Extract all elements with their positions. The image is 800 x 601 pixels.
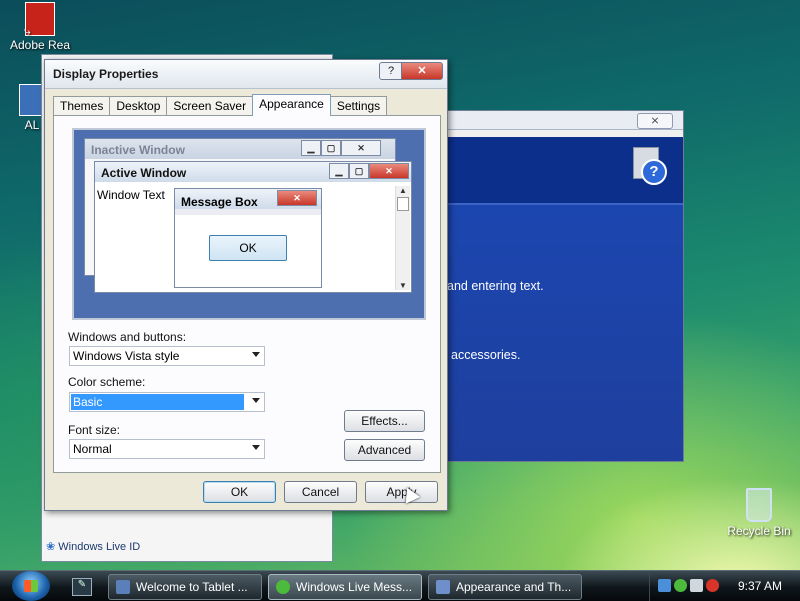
windows-buttons-label: Windows and buttons: [68, 330, 187, 344]
recycle-bin-icon [746, 488, 772, 522]
tablet-icon [116, 580, 130, 594]
security-alert-icon[interactable] [706, 579, 719, 592]
tab-themes[interactable]: Themes [53, 96, 111, 115]
taskbar-item-appearance[interactable]: Appearance and Th... [428, 574, 582, 600]
chevron-down-icon [252, 352, 260, 357]
quick-launch-icon[interactable]: ✎ [72, 578, 92, 596]
windows-live-id-link[interactable]: ❀ Windows Live ID [46, 540, 140, 553]
font-size-select[interactable]: Normal [69, 439, 265, 459]
windows-live-icon: ❀ [46, 541, 56, 553]
chevron-down-icon [252, 398, 260, 403]
desktop-icon-recycle-bin[interactable]: Recycle Bin [724, 488, 794, 538]
preview-message-box: Message Box ✕ OK [174, 188, 322, 288]
minimize-icon: ▁ [301, 140, 321, 156]
advanced-button[interactable]: Advanced [344, 439, 425, 461]
appearance-preview: Inactive Window ▁ ▢ ✕ Active Window ▁ ▢ … [72, 128, 426, 320]
ok-button[interactable]: OK [203, 481, 276, 503]
dialog-titlebar[interactable]: Display Properties ? ✕ [45, 60, 447, 89]
volume-icon[interactable] [690, 579, 703, 592]
preview-scrollbar: ▲ ▼ [395, 186, 410, 290]
adobe-reader-icon [24, 2, 55, 39]
close-button[interactable]: ✕ [401, 62, 443, 80]
minimize-icon: ▁ [329, 163, 349, 179]
messenger-tray-icon[interactable] [674, 579, 687, 592]
tab-strip: Themes Desktop Screen Saver Appearance S… [53, 94, 388, 116]
tab-appearance[interactable]: Appearance [252, 94, 331, 116]
close-icon: ✕ [369, 163, 409, 179]
maximize-icon: ▢ [349, 163, 369, 179]
maximize-icon: ▢ [321, 140, 341, 156]
effects-button[interactable]: Effects... [344, 410, 425, 432]
desktop-icon-label: Adobe Rea [9, 38, 71, 52]
close-button[interactable]: ⨯ [637, 113, 673, 129]
preview-inactive-titlebar: Inactive Window ▁ ▢ ✕ [85, 139, 395, 159]
chevron-down-icon [252, 445, 260, 450]
help-button[interactable]: ? [379, 62, 403, 80]
clock[interactable]: 9:37 AM [738, 579, 782, 593]
help-icon: ? [633, 147, 667, 185]
taskbar-item-welcome[interactable]: Welcome to Tablet ... [108, 574, 262, 600]
close-icon: ✕ [277, 190, 317, 206]
display-properties-dialog[interactable]: Display Properties ? ✕ Themes Desktop Sc… [44, 59, 448, 511]
preview-window-text: Window Text [97, 188, 165, 202]
tab-desktop[interactable]: Desktop [109, 96, 168, 115]
close-icon: ✕ [341, 140, 381, 156]
preview-msgbox-titlebar: Message Box ✕ [175, 189, 321, 209]
tab-settings[interactable]: Settings [329, 96, 388, 115]
appearance-panel: Inactive Window ▁ ▢ ✕ Active Window ▁ ▢ … [53, 115, 441, 473]
preview-active-titlebar: Active Window ▁ ▢ ✕ [95, 162, 411, 182]
control-panel-icon [436, 580, 450, 594]
dialog-title: Display Properties [53, 67, 159, 81]
messenger-icon [276, 580, 290, 594]
color-scheme-select[interactable]: Basic [69, 392, 265, 412]
desktop-icon-adobe-reader[interactable]: Adobe Rea [5, 2, 75, 52]
system-tray: 9:37 AM [649, 571, 800, 601]
color-scheme-label: Color scheme: [68, 375, 146, 389]
preview-ok-button: OK [209, 235, 287, 261]
desktop-icon-label: Recycle Bin [727, 524, 791, 538]
task-text-1[interactable]: and entering text. [447, 279, 544, 293]
windows-buttons-select[interactable]: Windows Vista style [69, 346, 265, 366]
taskbar-item-messenger[interactable]: Windows Live Mess... [268, 574, 422, 600]
start-button[interactable] [12, 571, 50, 601]
network-icon[interactable] [658, 579, 671, 592]
font-size-label: Font size: [68, 423, 121, 437]
tab-screen-saver[interactable]: Screen Saver [166, 96, 254, 115]
cancel-button[interactable]: Cancel [284, 481, 357, 503]
taskbar: ✎ Welcome to Tablet ... Windows Live Mes… [0, 570, 800, 601]
task-text-2[interactable]: accessories. [451, 348, 520, 362]
